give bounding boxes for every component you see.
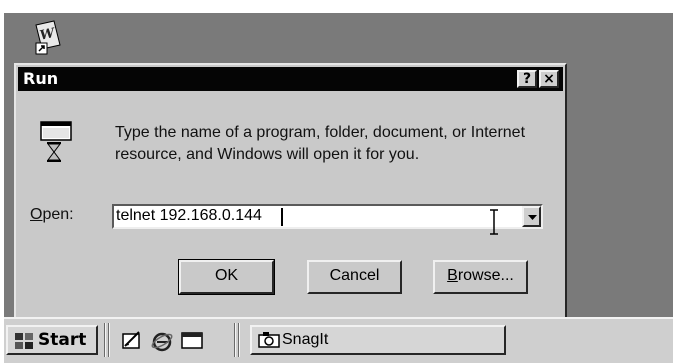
open-combobox[interactable]: telnet 192.168.0.144	[112, 204, 543, 235]
open-label: Open:	[30, 206, 74, 224]
run-dialog: Run ? × Type the name of a program, fold…	[14, 63, 567, 325]
dialog-title: Run	[23, 69, 59, 88]
start-label: Start	[38, 330, 87, 350]
desktop: W Run ? × Type the name of a program, fo…	[4, 13, 673, 325]
ibeam-cursor-icon	[487, 209, 501, 235]
browse-label: rowse...	[457, 267, 514, 284]
windows-logo-icon	[15, 333, 33, 349]
cancel-button[interactable]: Cancel	[307, 260, 402, 294]
dropdown-button[interactable]	[522, 206, 541, 227]
open-label-mnemonic: O	[30, 206, 43, 223]
text-caret	[281, 208, 283, 226]
snagit-camera-icon	[258, 332, 280, 348]
open-input[interactable]: telnet 192.168.0.144	[116, 207, 262, 225]
open-label-text: pen:	[42, 206, 74, 223]
show-desktop-icon[interactable]	[120, 329, 144, 353]
close-button[interactable]: ×	[539, 70, 559, 88]
taskbar-separator	[104, 323, 106, 357]
taskbar-button-snagit[interactable]: SnagIt	[250, 325, 506, 355]
internet-explorer-icon[interactable]	[150, 329, 174, 353]
taskbar-button-label: SnagIt	[282, 331, 329, 348]
dialog-description: Type the name of a program, folder, docu…	[115, 124, 526, 163]
outlook-express-icon[interactable]	[180, 329, 204, 353]
browse-mnemonic: B	[447, 267, 458, 284]
help-button[interactable]: ?	[517, 70, 537, 88]
word-document-shortcut-icon[interactable]: W	[32, 19, 66, 55]
chevron-down-icon	[528, 215, 537, 220]
taskbar-separator	[238, 323, 240, 357]
ok-button[interactable]: OK	[178, 259, 275, 295]
browse-button[interactable]: Browse...	[433, 260, 528, 294]
run-program-hourglass-icon	[40, 121, 72, 165]
taskbar-separator	[234, 323, 236, 357]
title-bar[interactable]: Run ? ×	[18, 67, 563, 91]
taskbar: Start SnagIt	[4, 317, 673, 363]
taskbar-separator	[108, 323, 110, 357]
start-button[interactable]: Start	[6, 325, 98, 355]
